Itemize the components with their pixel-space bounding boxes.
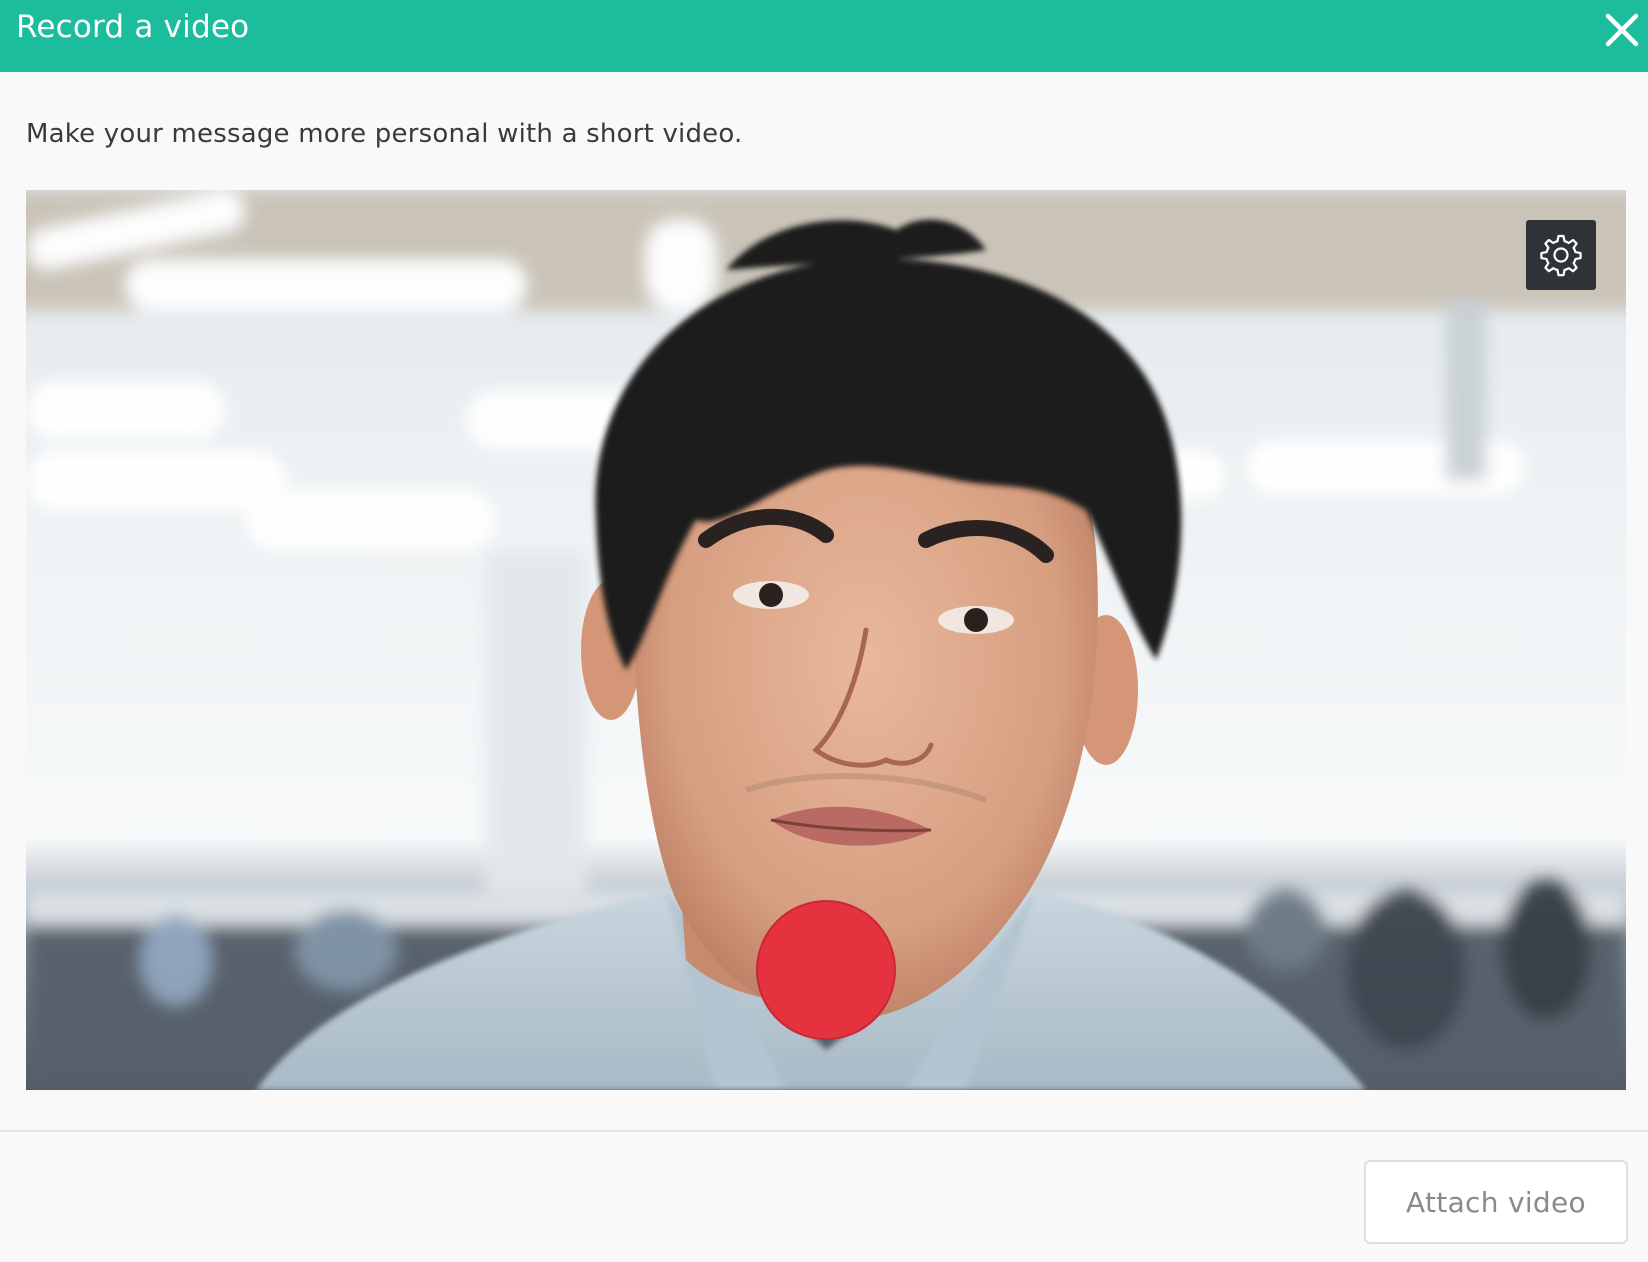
footer-divider [0, 1130, 1648, 1132]
record-button[interactable] [756, 900, 896, 1040]
modal-title: Record a video [16, 9, 250, 45]
close-button[interactable] [1602, 10, 1642, 50]
modal-description: Make your message more personal with a s… [26, 119, 743, 149]
close-icon [1605, 13, 1639, 47]
attach-video-button[interactable]: Attach video [1364, 1160, 1628, 1244]
gear-icon [1540, 234, 1582, 277]
modal-header: Record a video [0, 0, 1648, 72]
camera-settings-button[interactable] [1526, 220, 1596, 290]
record-video-modal: Record a video Make your message more pe… [0, 0, 1648, 1262]
